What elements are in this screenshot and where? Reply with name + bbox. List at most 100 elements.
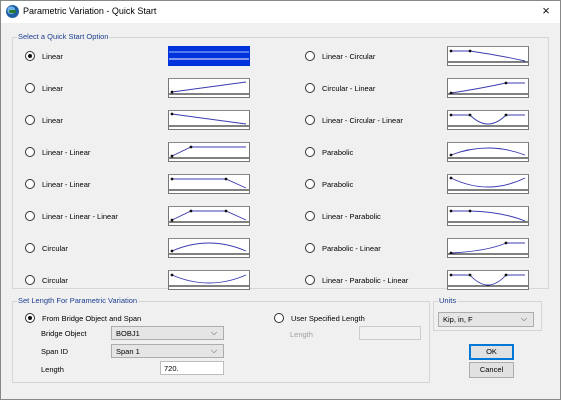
option-label: Linear - Parabolic - Linear xyxy=(322,275,409,285)
curve-line xyxy=(451,210,526,222)
option-radio-button[interactable] xyxy=(25,243,35,253)
close-button[interactable]: × xyxy=(538,3,554,19)
curve-point xyxy=(449,251,453,255)
curve-preview-graphic xyxy=(448,209,528,223)
curve-preview-graphic xyxy=(169,273,249,287)
option-radio-button[interactable] xyxy=(305,243,315,253)
quick-start-option[interactable]: Linear - Circular - Linear xyxy=(305,110,403,130)
quick-start-option[interactable]: Linear - Linear xyxy=(25,142,90,162)
option-radio-button[interactable] xyxy=(25,211,35,221)
quick-start-option[interactable]: Linear - Parabolic xyxy=(305,206,381,226)
option-label: Circular xyxy=(42,243,68,253)
curve-point xyxy=(449,273,453,277)
curve-preview-graphic xyxy=(169,242,249,255)
option-label: Circular - Linear xyxy=(322,83,376,93)
option-radio-button[interactable] xyxy=(305,83,315,93)
quick-start-option[interactable]: Linear - Linear xyxy=(25,174,90,194)
curve-point xyxy=(504,273,508,277)
quick-start-option[interactable]: Linear xyxy=(25,78,63,98)
curve-point xyxy=(170,249,174,253)
window-title: Parametric Variation - Quick Start xyxy=(23,6,157,16)
units-select[interactable]: Kip, in, F ⌵ xyxy=(438,312,534,327)
length-value: 720. xyxy=(164,364,179,373)
curve-point xyxy=(189,145,193,149)
quick-start-option[interactable]: Circular xyxy=(25,238,68,258)
quick-start-option[interactable]: Linear xyxy=(25,110,63,130)
curve-point xyxy=(224,209,228,213)
cancel-button[interactable]: Cancel xyxy=(469,362,514,378)
user-length-field[interactable] xyxy=(359,326,421,340)
option-label: Linear - Parabolic xyxy=(322,211,381,221)
curve-line xyxy=(450,242,525,254)
option-radio-button[interactable] xyxy=(25,51,35,61)
curve-point xyxy=(468,273,472,277)
option-radio-button[interactable] xyxy=(305,211,315,221)
span-id-select[interactable]: Span 1 ⌵ xyxy=(111,344,224,358)
curve-point xyxy=(170,177,174,181)
option-radio-button[interactable] xyxy=(305,51,315,61)
length-field[interactable]: 720. xyxy=(160,361,224,375)
quick-start-option[interactable]: Parabolic xyxy=(305,142,353,162)
quick-start-option[interactable]: Linear - Parabolic - Linear xyxy=(305,270,408,290)
option-radio-button[interactable] xyxy=(25,147,35,157)
curve-point xyxy=(449,91,453,95)
option-preview-curve xyxy=(168,270,250,290)
curve-point xyxy=(504,81,508,85)
curve-point xyxy=(170,90,174,94)
quick-start-option[interactable]: Linear - Circular xyxy=(305,46,375,66)
option-label: Linear xyxy=(42,51,63,61)
quick-start-option[interactable]: Linear - Linear - Linear xyxy=(25,206,118,226)
curve-line xyxy=(450,177,526,188)
curve-preview-graphic xyxy=(169,177,249,191)
option-radio-button[interactable] xyxy=(305,179,315,189)
curve-line xyxy=(171,81,247,93)
option-preview-curve xyxy=(447,142,529,162)
ok-button[interactable]: OK xyxy=(469,344,514,360)
option-radio-button[interactable] xyxy=(305,115,315,125)
option-preview-curve xyxy=(168,78,250,98)
option-label: Parabolic xyxy=(322,179,354,189)
user-specified-radio-button[interactable] xyxy=(274,313,284,323)
from-bridge-radio[interactable]: From Bridge Object and Span xyxy=(25,308,141,328)
from-bridge-label: From Bridge Object and Span xyxy=(42,313,142,323)
quick-start-option[interactable]: Circular xyxy=(25,270,68,290)
quick-start-option[interactable]: Linear xyxy=(25,46,63,66)
curve-point xyxy=(468,49,472,53)
curve-preview-graphic xyxy=(448,113,528,127)
from-bridge-radio-button[interactable] xyxy=(25,313,35,323)
quick-start-option[interactable]: Circular - Linear xyxy=(305,78,375,98)
bridge-object-select[interactable]: BOBJ1 ⌵ xyxy=(111,326,224,340)
curve-point xyxy=(468,209,472,213)
curve-preview-graphic xyxy=(448,147,528,159)
curve-preview-graphic xyxy=(448,81,528,95)
quick-start-option[interactable]: Parabolic xyxy=(305,174,353,194)
option-preview-curve xyxy=(168,174,250,194)
option-preview-curve xyxy=(168,142,250,162)
option-label: Linear - Circular xyxy=(322,51,376,61)
option-radio-button[interactable] xyxy=(25,179,35,189)
option-preview-curve xyxy=(447,78,529,98)
quick-start-option[interactable]: Parabolic - Linear xyxy=(305,238,381,258)
curve-line xyxy=(171,146,246,157)
option-radio-button[interactable] xyxy=(305,147,315,157)
span-id-label: Span ID xyxy=(41,347,69,356)
option-preview-curve xyxy=(168,110,250,130)
bridge-object-value: BOBJ1 xyxy=(116,329,140,338)
user-specified-radio[interactable]: User Specified Length xyxy=(274,308,365,328)
curve-line xyxy=(451,274,525,286)
length-label: Length xyxy=(41,365,64,374)
option-radio-button[interactable] xyxy=(25,275,35,285)
dialog-window: Parametric Variation - Quick Start × Sel… xyxy=(0,0,561,400)
curve-preview-graphic xyxy=(169,81,249,95)
curve-preview-graphic xyxy=(448,241,528,255)
option-radio-button[interactable] xyxy=(25,83,35,93)
curve-point xyxy=(170,154,174,158)
user-specified-label: User Specified Length xyxy=(291,313,365,323)
curve-preview-graphic xyxy=(448,176,528,191)
curve-point xyxy=(449,49,453,53)
curve-point xyxy=(449,153,453,157)
option-label: Linear xyxy=(42,83,63,93)
option-radio-button[interactable] xyxy=(25,115,35,125)
curve-point xyxy=(504,241,508,245)
option-radio-button[interactable] xyxy=(305,275,315,285)
